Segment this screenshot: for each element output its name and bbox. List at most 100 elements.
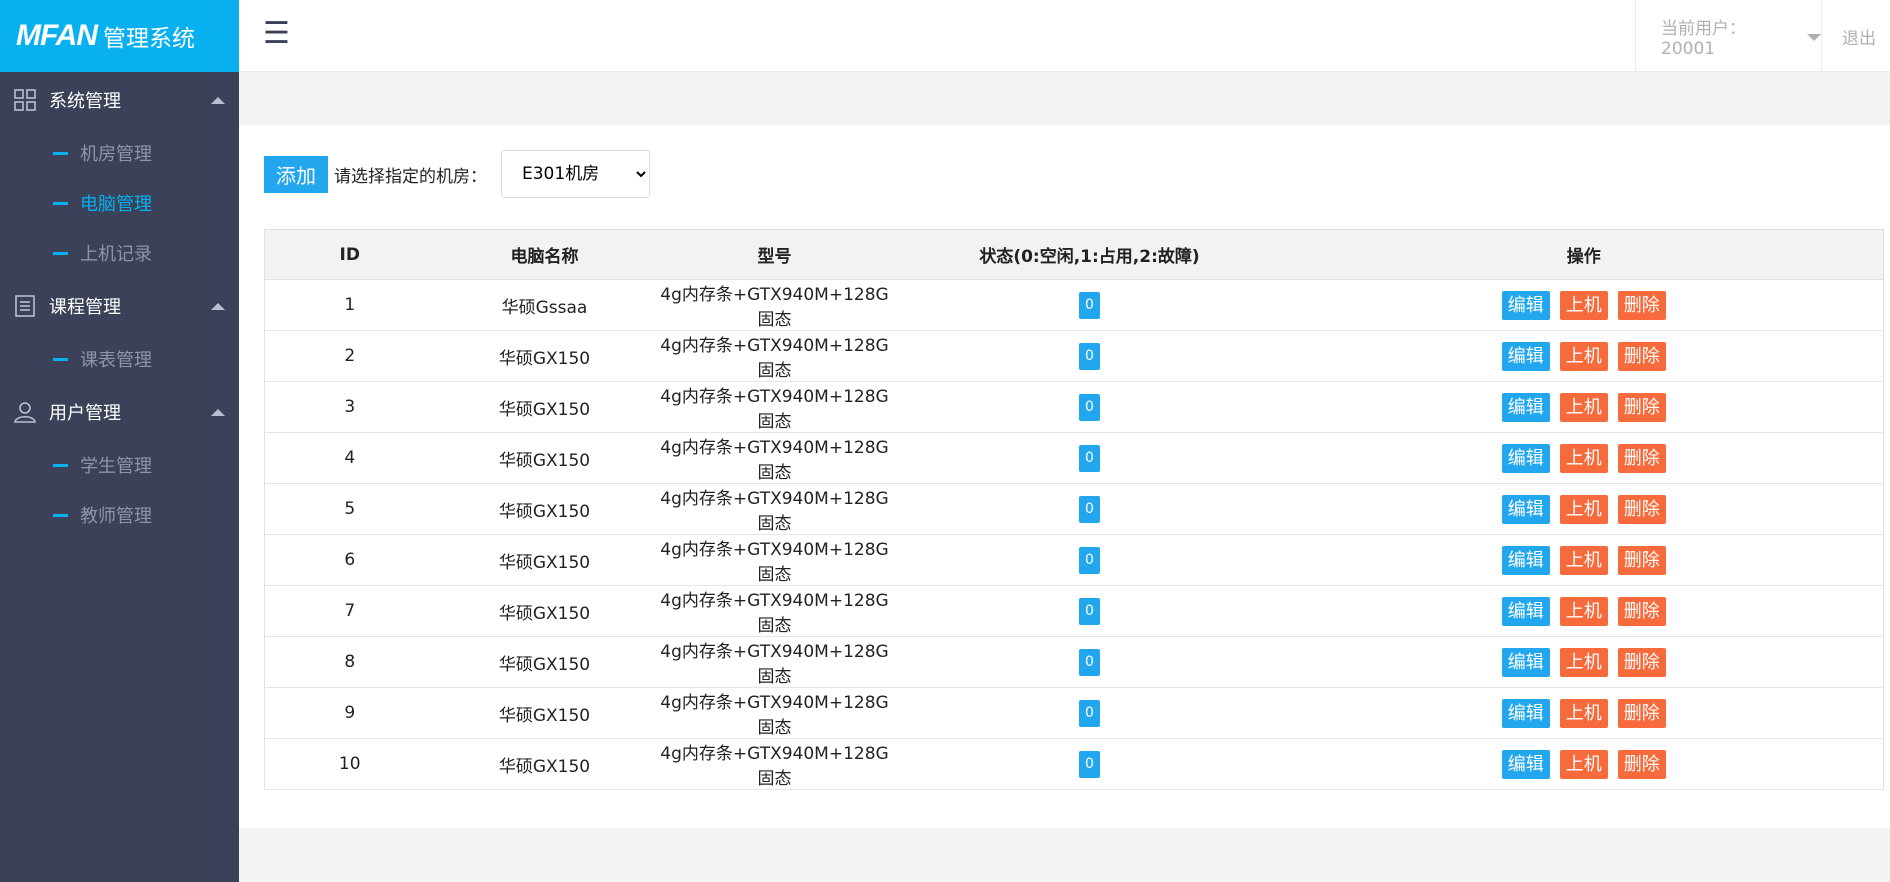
cell-actions: 编辑 上机 删除 [1284,585,1884,637]
document-icon [15,295,35,317]
current-user-dropdown[interactable]: 当前用户：20001 [1635,0,1821,72]
cell-status: 0 [894,585,1285,637]
cell-id: 8 [264,636,435,688]
online-button[interactable]: 上机 [1559,443,1608,473]
dash-icon [53,201,68,205]
delete-button[interactable]: 删除 [1617,698,1666,728]
cell-id: 1 [264,279,435,331]
sidebar-item-student[interactable]: 学生管理 [0,440,239,490]
edit-button[interactable]: 编辑 [1501,596,1550,626]
logo[interactable]: MFAN 管理系统 [0,0,239,72]
online-button[interactable]: 上机 [1559,647,1608,677]
delete-button[interactable]: 删除 [1617,290,1666,320]
logo-subtitle: 管理系统 [103,26,195,52]
online-button[interactable]: 上机 [1559,290,1608,320]
cell-id: 7 [264,585,435,637]
cell-status: 0 [894,738,1285,790]
delete-button[interactable]: 删除 [1617,443,1666,473]
cell-model: 4g内存条+GTX940M+128G固态 [654,279,895,331]
online-button[interactable]: 上机 [1559,494,1608,524]
delete-button[interactable]: 删除 [1617,647,1666,677]
cell-model: 4g内存条+GTX940M+128G固态 [654,738,895,790]
status-badge: 0 [1079,750,1100,778]
cell-model: 4g内存条+GTX940M+128G固态 [654,636,895,688]
edit-button[interactable]: 编辑 [1501,392,1550,422]
cell-actions: 编辑 上机 删除 [1284,483,1884,535]
nav-group-course[interactable]: 课程管理 [0,278,239,334]
cell-id: 4 [264,432,435,484]
computer-table: ID 电脑名称 型号 状态(0:空闲,1:占用,2:故障) 操作 1 华硕Gssa… [264,229,1884,790]
room-select[interactable]: E301机房 [501,150,650,198]
edit-button[interactable]: 编辑 [1501,341,1550,371]
sidebar-item-room[interactable]: 机房管理 [0,128,239,178]
cell-model: 4g内存条+GTX940M+128G固态 [654,432,895,484]
dash-icon [53,463,68,467]
sidebar: MFAN 管理系统 系统管理 机房管理 电脑管理 上机记录 课程管理 课表管理 [0,0,239,882]
online-button[interactable]: 上机 [1559,698,1608,728]
dash-icon [53,357,68,361]
nav-group-label: 用户管理 [49,403,121,424]
nav-group-user[interactable]: 用户管理 [0,384,239,440]
table-row: 2 华硕GX150 4g内存条+GTX940M+128G固态 0 编辑 上机 删除 [264,330,1884,382]
edit-button[interactable]: 编辑 [1501,698,1550,728]
cell-name: 华硕Gssaa [434,279,655,331]
status-badge: 0 [1079,648,1100,676]
sidebar-item-computer[interactable]: 电脑管理 [0,178,239,228]
delete-button[interactable]: 删除 [1617,494,1666,524]
cell-actions: 编辑 上机 删除 [1284,432,1884,484]
edit-button[interactable]: 编辑 [1501,443,1550,473]
status-badge: 0 [1079,342,1100,370]
edit-button[interactable]: 编辑 [1501,290,1550,320]
cell-actions: 编辑 上机 删除 [1284,330,1884,382]
table-row: 7 华硕GX150 4g内存条+GTX940M+128G固态 0 编辑 上机 删除 [264,585,1884,637]
table-row: 8 华硕GX150 4g内存条+GTX940M+128G固态 0 编辑 上机 删除 [264,636,1884,688]
online-button[interactable]: 上机 [1559,596,1608,626]
sidebar-item-schedule[interactable]: 课表管理 [0,334,239,384]
online-button[interactable]: 上机 [1559,749,1608,779]
logout-button[interactable]: 退出 [1821,0,1890,72]
sidebar-item-usage-record[interactable]: 上机记录 [0,228,239,278]
cell-name: 华硕GX150 [434,534,655,586]
col-header-model: 型号 [654,229,895,280]
add-button[interactable]: 添加 [264,155,328,193]
edit-button[interactable]: 编辑 [1501,749,1550,779]
cell-name: 华硕GX150 [434,585,655,637]
delete-button[interactable]: 删除 [1617,341,1666,371]
edit-button[interactable]: 编辑 [1501,545,1550,575]
status-badge: 0 [1079,444,1100,472]
sidebar-item-label: 上机记录 [80,244,152,265]
table-row: 6 华硕GX150 4g内存条+GTX940M+128G固态 0 编辑 上机 删除 [264,534,1884,586]
cell-name: 华硕GX150 [434,483,655,535]
dash-icon [53,251,68,255]
sidebar-item-teacher[interactable]: 教师管理 [0,490,239,540]
top-header: ☰ 当前用户：20001 退出 [239,0,1890,72]
online-button[interactable]: 上机 [1559,545,1608,575]
status-badge: 0 [1079,699,1100,727]
online-button[interactable]: 上机 [1559,392,1608,422]
status-badge: 0 [1079,597,1100,625]
sidebar-item-label: 教师管理 [80,506,152,527]
cell-actions: 编辑 上机 删除 [1284,738,1884,790]
status-badge: 0 [1079,546,1100,574]
cell-status: 0 [894,534,1285,586]
online-button[interactable]: 上机 [1559,341,1608,371]
edit-button[interactable]: 编辑 [1501,494,1550,524]
toolbar: 添加 请选择指定的机房： E301机房 [264,150,650,198]
edit-button[interactable]: 编辑 [1501,647,1550,677]
delete-button[interactable]: 删除 [1617,545,1666,575]
delete-button[interactable]: 删除 [1617,392,1666,422]
cell-name: 华硕GX150 [434,381,655,433]
delete-button[interactable]: 删除 [1617,596,1666,626]
hamburger-icon[interactable]: ☰ [263,16,290,52]
cell-name: 华硕GX150 [434,636,655,688]
dash-icon [53,513,68,517]
cell-model: 4g内存条+GTX940M+128G固态 [654,330,895,382]
cell-id: 6 [264,534,435,586]
logo-brand: MFAN [16,19,98,52]
cell-id: 2 [264,330,435,382]
cell-actions: 编辑 上机 删除 [1284,534,1884,586]
delete-button[interactable]: 删除 [1617,749,1666,779]
nav-group-system[interactable]: 系统管理 [0,72,239,128]
table-row: 1 华硕Gssaa 4g内存条+GTX940M+128G固态 0 编辑 上机 删除 [264,279,1884,331]
user-icon [14,402,36,423]
